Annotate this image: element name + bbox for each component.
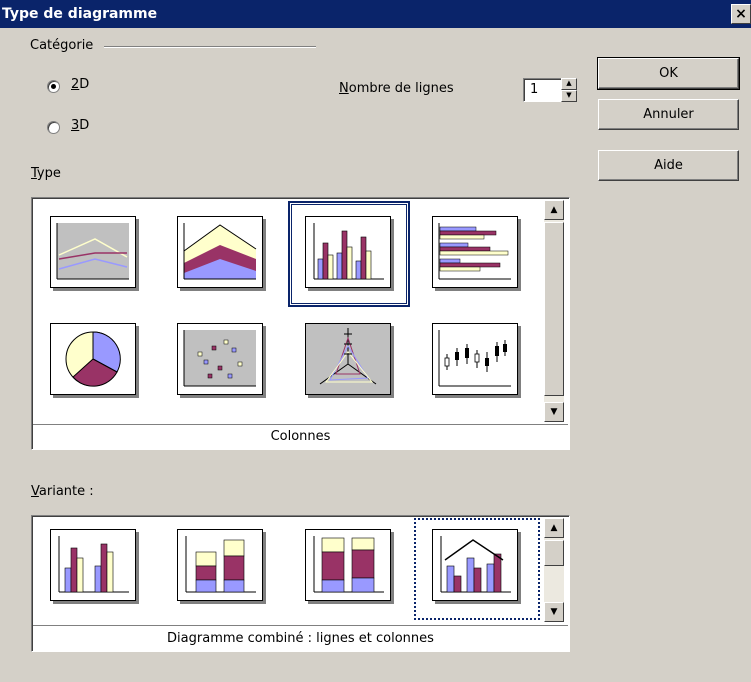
- radio-3d[interactable]: [47, 121, 60, 134]
- rows-value: 1: [530, 82, 539, 97]
- radio-2d-label-rest: D: [79, 77, 90, 92]
- variante-label-rest: ariante :: [38, 484, 94, 499]
- scroll-down-icon[interactable]: ▼: [544, 402, 564, 422]
- bar-chart-icon[interactable]: [432, 216, 518, 288]
- radio-2d-dot: [51, 84, 56, 89]
- scroll-up-icon[interactable]: ▲: [544, 200, 564, 220]
- radio-3d-label-rest: D: [79, 118, 90, 133]
- variante-label: Variante :: [31, 484, 94, 499]
- rows-mnemonic: N: [339, 81, 349, 96]
- ok-button[interactable]: OK: [597, 57, 740, 90]
- spin-up-icon[interactable]: ▲: [561, 78, 577, 90]
- columns-and-lines-icon[interactable]: [432, 529, 518, 601]
- categorie-group-line: [104, 46, 316, 48]
- variante-mnemonic: V: [31, 484, 39, 499]
- stock-chart-icon[interactable]: [432, 323, 518, 395]
- cancel-button[interactable]: Annuler: [598, 99, 739, 130]
- scroll-thumb[interactable]: [544, 222, 564, 396]
- radio-3d-label[interactable]: 3D: [71, 118, 89, 133]
- type-label-rest: ype: [36, 166, 61, 181]
- variante-scroll-down-icon[interactable]: ▼: [544, 602, 564, 622]
- variante-caption: Diagramme combiné : lignes et colonnes: [33, 625, 568, 650]
- stacked-columns-icon[interactable]: [177, 529, 263, 601]
- close-icon[interactable]: ×: [731, 4, 751, 24]
- percent-stacked-columns-icon[interactable]: [305, 529, 391, 601]
- net-chart-icon[interactable]: [305, 323, 391, 395]
- rows-label: Nombre de lignes: [339, 81, 454, 96]
- variante-scroll-thumb[interactable]: [544, 540, 564, 566]
- variante-scrollbar[interactable]: ▲ ▼: [544, 518, 564, 622]
- radio-2d-label[interactable]: 2D: [71, 77, 89, 92]
- type-label: Type: [31, 166, 61, 181]
- pie-chart-icon[interactable]: [50, 323, 136, 395]
- title-bar: Type de diagramme ×: [0, 0, 751, 28]
- categorie-label: Catégorie: [30, 38, 94, 53]
- xy-scatter-chart-icon[interactable]: [177, 323, 263, 395]
- spin-down-icon[interactable]: ▼: [561, 90, 577, 102]
- help-button[interactable]: Aide: [598, 150, 739, 181]
- line-chart-icon[interactable]: [50, 216, 136, 288]
- radio-2d[interactable]: [47, 80, 60, 93]
- rows-input[interactable]: 1: [523, 78, 563, 102]
- type-caption: Colonnes: [33, 424, 568, 448]
- area-chart-icon[interactable]: [177, 216, 263, 288]
- type-scrollbar[interactable]: ▲ ▼: [544, 200, 564, 422]
- window-title: Type de diagramme: [2, 6, 158, 22]
- variante-scroll-up-icon[interactable]: ▲: [544, 518, 564, 538]
- normal-columns-icon[interactable]: [50, 529, 136, 601]
- column-chart-icon[interactable]: [305, 216, 391, 288]
- rows-label-rest: ombre de lignes: [348, 81, 454, 96]
